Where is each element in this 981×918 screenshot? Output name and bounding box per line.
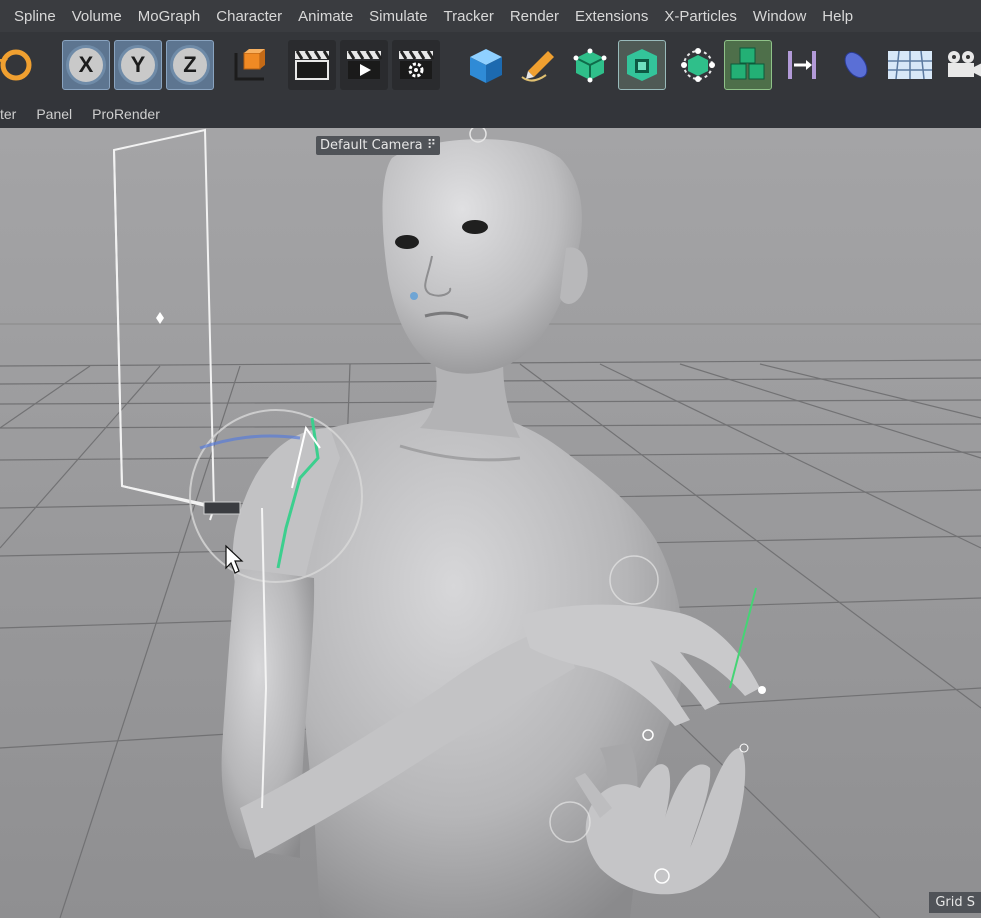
viewport-menu-prorender[interactable]: ProRender [82, 106, 170, 122]
cube-icon [470, 49, 502, 83]
menu-volume[interactable]: Volume [64, 8, 130, 25]
viewport-scene [0, 128, 981, 918]
menu-x-particles[interactable]: X-Particles [656, 8, 745, 25]
extrude-nurbs-icon [627, 49, 657, 81]
floor-icon [844, 51, 868, 79]
array-button[interactable] [674, 40, 722, 90]
y-axis-button[interactable]: Y [114, 40, 162, 90]
render-to-picture-viewer-icon [347, 50, 383, 79]
rotate-lock-button[interactable] [0, 40, 40, 90]
menu-extensions[interactable]: Extensions [567, 8, 656, 25]
subdivision-icon [573, 48, 607, 83]
menu-tracker[interactable]: Tracker [436, 8, 502, 25]
x-axis-icon: X [66, 45, 106, 85]
viewport-menu-filter[interactable]: ter [0, 106, 26, 122]
cube-button[interactable] [462, 40, 510, 90]
pen-spline-icon [521, 51, 554, 82]
render-settings-button[interactable] [392, 40, 440, 90]
x-axis-button[interactable]: X [62, 40, 110, 90]
viewport-camera-label[interactable]: Default Camera ⠟ [316, 136, 441, 155]
array-icon [681, 48, 715, 82]
camera-button[interactable] [938, 40, 981, 90]
coordinate-system-icon [234, 49, 265, 81]
mograph-cloner-icon [730, 47, 765, 80]
rotate-lock-icon [0, 49, 32, 81]
camera-icon [948, 51, 981, 77]
render-settings-icon [399, 50, 435, 79]
deformer-icon [788, 51, 816, 79]
toolbar: X Y Z [0, 32, 981, 100]
render-view-icon [295, 50, 331, 80]
deformer-button[interactable] [778, 40, 826, 90]
camera-toggle-icon: ⠟ [426, 138, 437, 153]
coordinate-system-button[interactable] [226, 40, 274, 90]
mograph-cloner-button[interactable] [724, 40, 772, 90]
z-axis-button[interactable]: Z [166, 40, 214, 90]
viewport-menu-bar: ter Panel ProRender [0, 100, 981, 128]
camera-label-text: Default Camera [320, 138, 423, 153]
render-to-picture-viewer-button[interactable] [340, 40, 388, 90]
3d-viewport[interactable]: Default Camera ⠟ Grid S [0, 128, 981, 918]
menu-mograph[interactable]: MoGraph [130, 8, 209, 25]
viewport-menu-panel[interactable]: Panel [26, 106, 82, 122]
z-axis-icon: Z [170, 45, 210, 85]
menu-bar: Spline Volume MoGraph Character Animate … [0, 0, 981, 32]
render-view-button[interactable] [288, 40, 336, 90]
y-axis-icon: Y [118, 45, 158, 85]
menu-character[interactable]: Character [208, 8, 290, 25]
menu-spline[interactable]: Spline [0, 8, 64, 25]
grid-spacing-label: Grid S [929, 892, 981, 913]
sky-grid-button[interactable] [886, 40, 934, 90]
menu-animate[interactable]: Animate [290, 8, 361, 25]
subdivision-button[interactable] [566, 40, 614, 90]
pen-spline-button[interactable] [514, 40, 562, 90]
menu-render[interactable]: Render [502, 8, 567, 25]
extrude-nurbs-button[interactable] [618, 40, 666, 90]
sky-grid-icon [888, 50, 932, 80]
floor-button[interactable] [830, 40, 878, 90]
menu-help[interactable]: Help [814, 8, 861, 25]
menu-window[interactable]: Window [745, 8, 814, 25]
menu-simulate[interactable]: Simulate [361, 8, 435, 25]
